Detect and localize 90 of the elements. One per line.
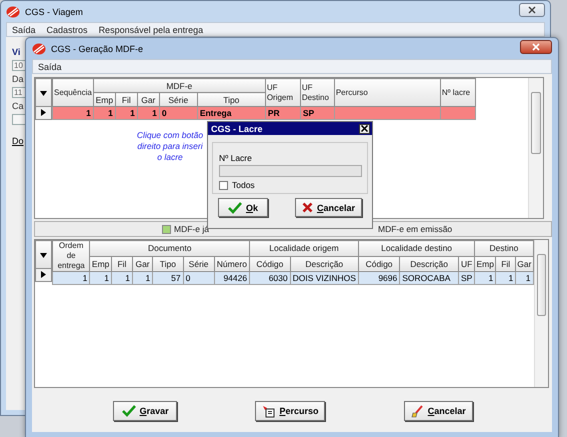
checkbox[interactable]	[219, 180, 228, 190]
table-cell: 1	[130, 108, 135, 118]
table-cell: 1	[104, 273, 110, 283]
column-header[interactable]: Nº lacre	[440, 78, 476, 106]
checkbox-label: Todos	[232, 180, 255, 190]
table-cell: 1	[86, 108, 91, 118]
table-cell: 1	[108, 108, 113, 118]
table-cell: 1	[508, 273, 514, 283]
menu-item[interactable]: Responsável pela entrega	[98, 24, 204, 34]
close-icon	[532, 43, 540, 51]
close-button[interactable]	[359, 124, 370, 134]
hint-text: direito para inseri	[137, 141, 203, 152]
column-header[interactable]: Série	[183, 256, 214, 272]
column-menu-button[interactable]	[36, 78, 52, 106]
table-cell: DOIS VIZINHOS	[292, 273, 356, 283]
table-cell: 57	[171, 273, 181, 283]
table-cell: 1	[145, 273, 150, 283]
table-cell: 6030	[268, 273, 288, 283]
table-cell: 1	[82, 273, 88, 283]
column-header[interactable]: UF Origem	[265, 78, 300, 106]
close-button[interactable]	[520, 40, 552, 54]
close-icon	[528, 6, 536, 14]
column-header[interactable]: UF Destino	[300, 78, 334, 106]
input-field[interactable]: 10	[12, 60, 26, 71]
menu-item[interactable]: Saída	[12, 24, 36, 34]
column-group-header: Destino	[474, 240, 534, 256]
document-icon	[262, 404, 276, 418]
column-header[interactable]: Sequência	[52, 78, 94, 106]
column-group-header: Localidade destino	[358, 240, 475, 256]
check-icon	[122, 405, 136, 417]
logo-icon	[32, 42, 46, 54]
caret-icon	[40, 90, 47, 96]
field-label: Nº Lacre	[219, 153, 253, 163]
table-cell: 1	[526, 273, 531, 283]
field-label: Vi	[12, 47, 20, 57]
cancel-button[interactable]: Cancelar	[404, 401, 473, 421]
table-cell: SP	[302, 108, 314, 118]
column-group-header: Localidade origem	[250, 240, 358, 256]
logo-icon	[6, 6, 20, 18]
x-icon	[302, 202, 313, 213]
field-label: Ca	[12, 101, 24, 111]
link[interactable]: Do	[12, 136, 24, 146]
ok-button[interactable]: Ok	[218, 198, 268, 217]
cancel-button[interactable]: Cancelar	[294, 198, 362, 217]
hint-text: Clique com botão	[136, 130, 204, 141]
table-cell: Entrega	[200, 108, 232, 118]
input-field[interactable]: 11	[12, 87, 26, 98]
input-field[interactable]	[12, 114, 26, 125]
brush-icon	[410, 404, 424, 418]
table-cell: SOROCABA	[402, 273, 450, 283]
caret-icon	[40, 252, 47, 258]
column-menu-button[interactable]	[36, 240, 52, 268]
table-cell: 9696	[378, 273, 398, 283]
column-header[interactable]: Série	[159, 92, 198, 106]
table-cell: 1	[125, 273, 130, 283]
column-header[interactable]: Percurso	[334, 78, 440, 106]
menu-item[interactable]: Saída	[38, 62, 62, 72]
column-header[interactable]: Código	[250, 256, 290, 272]
close-button[interactable]	[519, 3, 545, 17]
window-title: CGS - Geração MDF-e	[51, 44, 144, 54]
save-button[interactable]: Gravar	[113, 401, 178, 421]
table-cell: SP	[460, 273, 472, 283]
route-button[interactable]: Percurso	[255, 401, 326, 421]
table-cell: 0	[186, 273, 190, 283]
table-cell: 0	[162, 108, 167, 118]
row-pointer-icon	[41, 271, 46, 278]
menu-item[interactable]: Cadastros	[46, 24, 88, 34]
check-icon	[228, 202, 242, 214]
window-title: CGS - Viagem	[25, 6, 83, 16]
column-header[interactable]: Tipo	[197, 92, 266, 106]
table-cell: 1	[488, 273, 494, 283]
hint-text: o lacre	[157, 152, 183, 163]
column-header[interactable]: Descrição	[290, 256, 358, 272]
dialog-title: CGS - Lacre	[211, 124, 263, 134]
scrollbar[interactable]	[534, 240, 548, 387]
scrollbar[interactable]	[528, 78, 543, 218]
table-cell: 94426	[223, 273, 248, 283]
column-group-header: MDF-e	[93, 78, 266, 92]
row-pointer-icon	[41, 109, 46, 116]
legend-label: MDF-e em emissão	[378, 224, 452, 234]
column-header[interactable]: Número	[214, 256, 250, 272]
column-header[interactable]: Tipo	[152, 256, 184, 272]
column-header[interactable]: Código	[358, 256, 400, 272]
column-group-header: Documento	[90, 240, 250, 256]
close-icon	[361, 125, 368, 132]
table-cell: PR	[268, 108, 280, 118]
field-label: Da	[12, 74, 24, 84]
column-header[interactable]: Ordem de entrega	[52, 240, 90, 272]
table-cell: 1	[152, 108, 157, 118]
column-header[interactable]: Descrição	[400, 256, 458, 272]
